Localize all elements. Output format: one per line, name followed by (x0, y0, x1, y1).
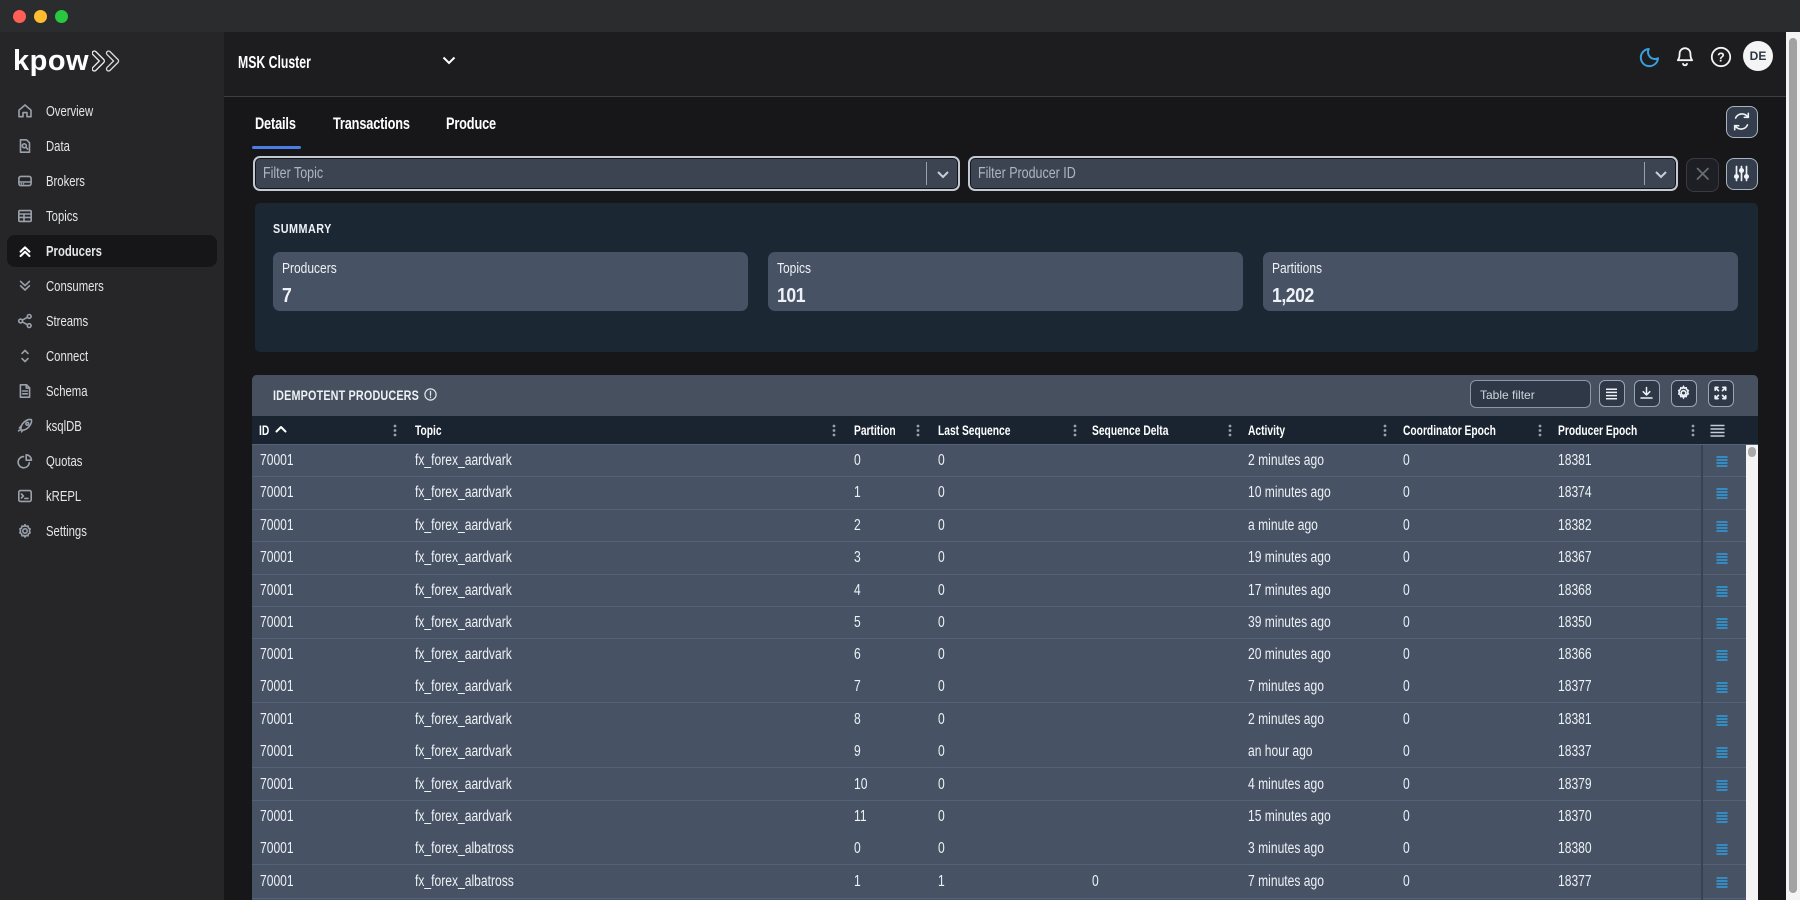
svg-text:?: ? (1717, 50, 1725, 64)
